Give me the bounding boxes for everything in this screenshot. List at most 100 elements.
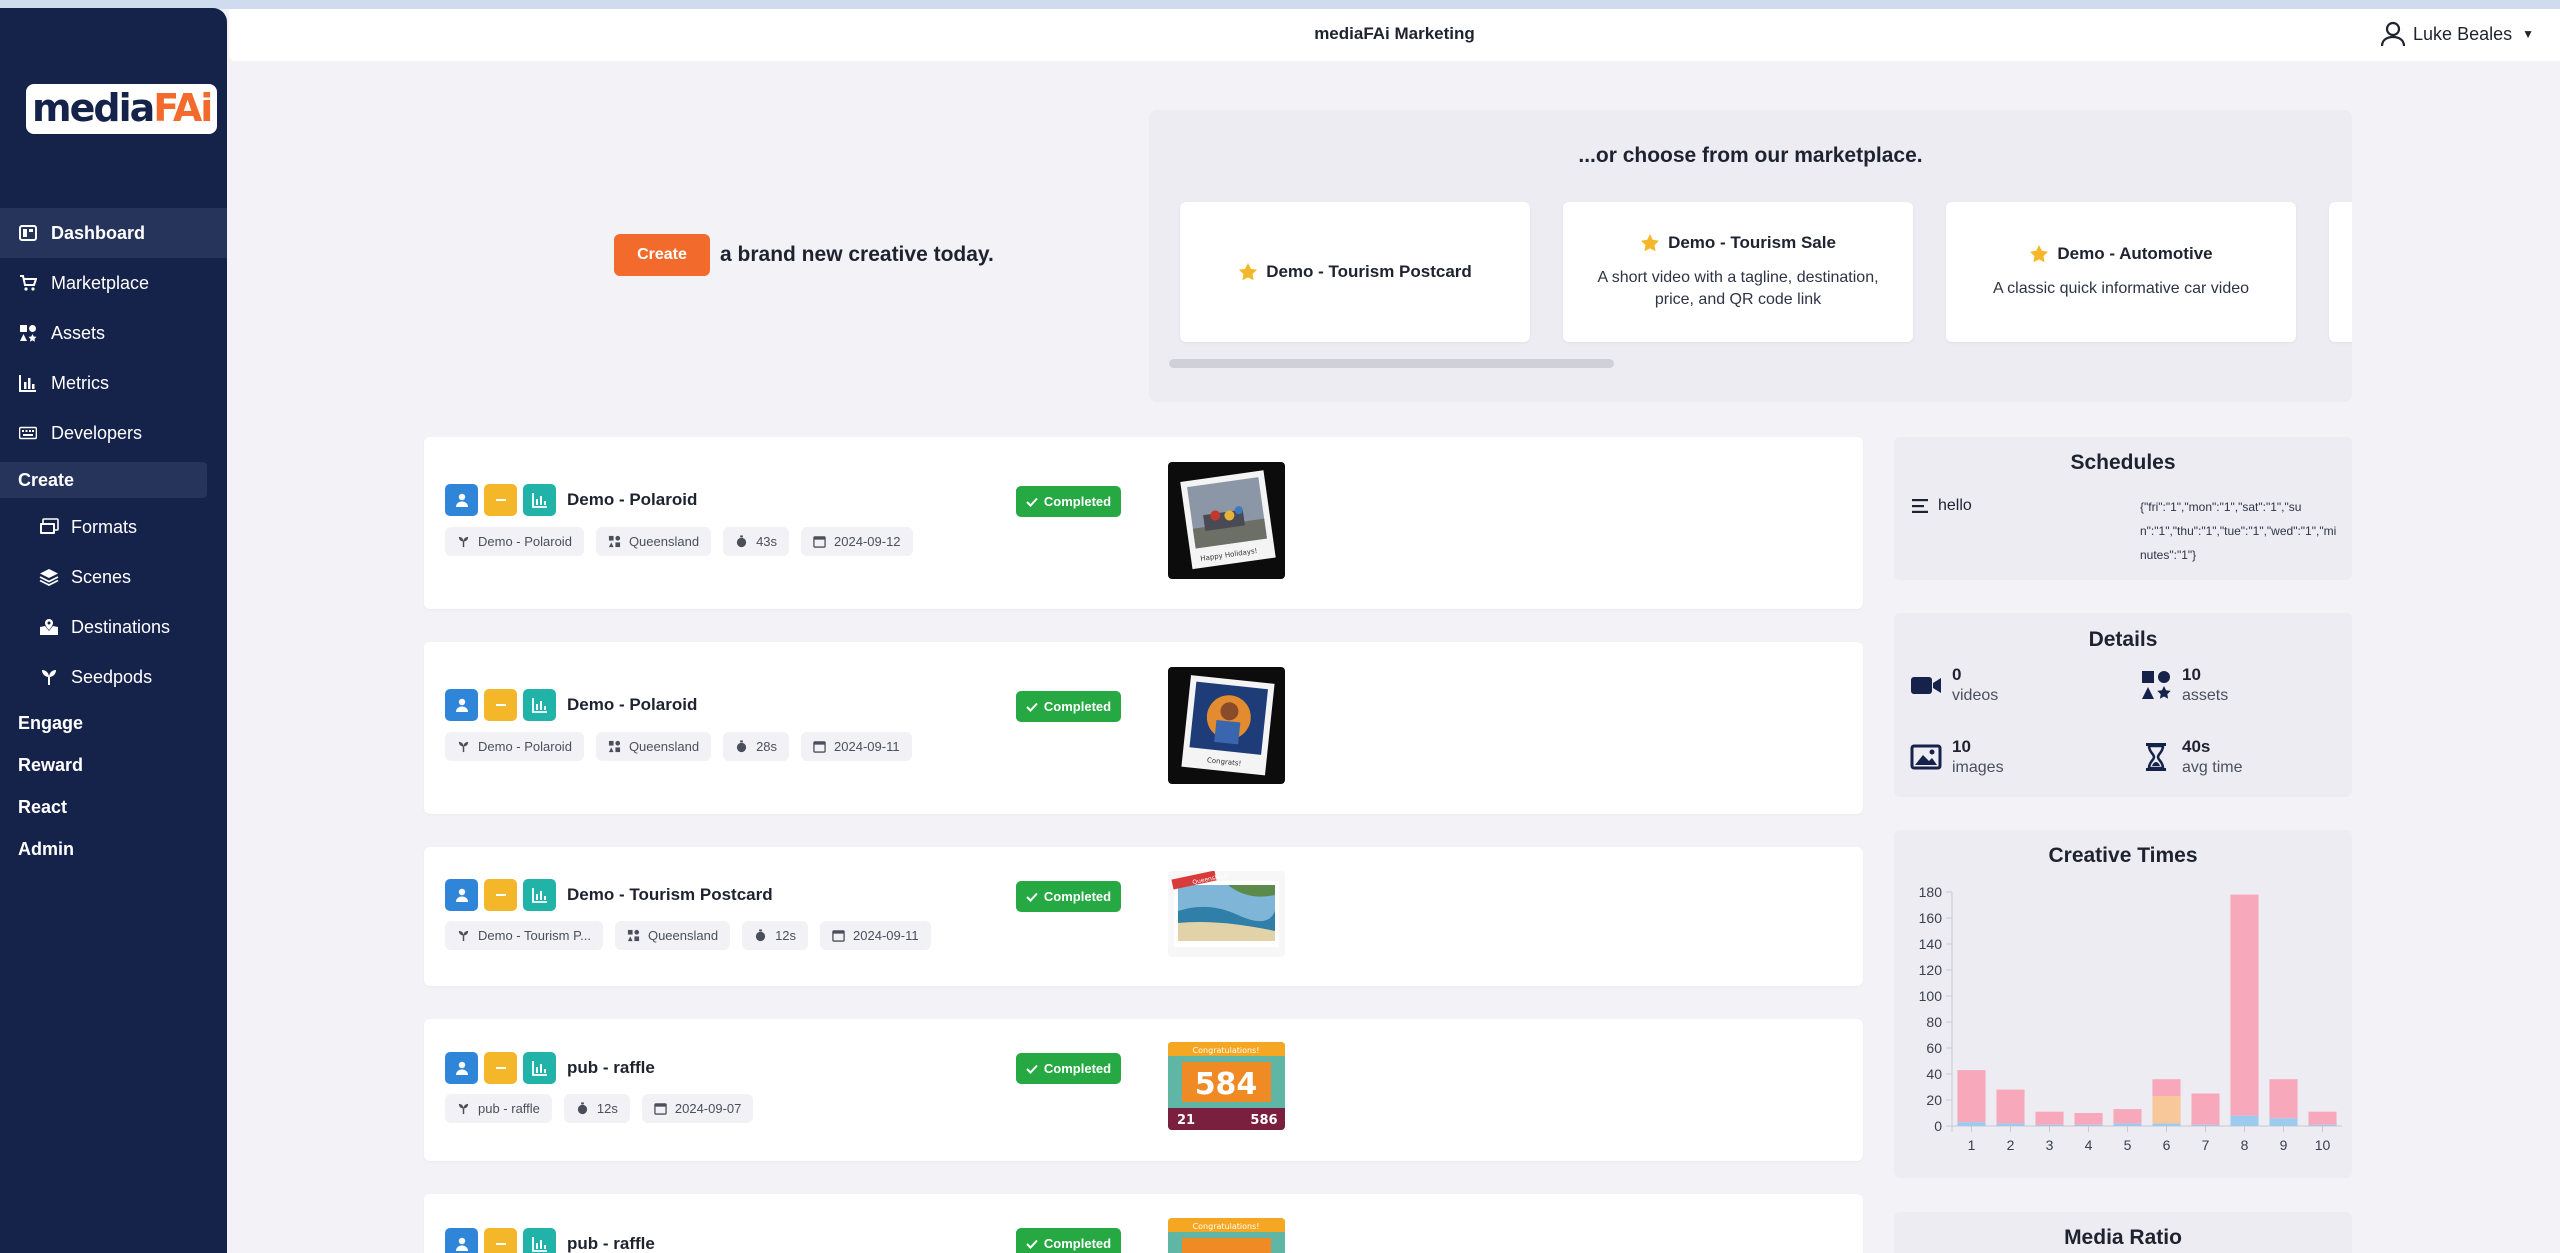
creative-title[interactable]: Demo - Polaroid [567, 695, 697, 715]
chart-icon [531, 493, 547, 508]
chart-icon [531, 1061, 547, 1076]
sidebar-item-scenes[interactable]: Scenes [0, 552, 227, 602]
user-action-button[interactable] [445, 1052, 478, 1084]
sidebar-item-metrics[interactable]: Metrics [0, 358, 227, 408]
logo-main: media [32, 86, 155, 130]
creative-title[interactable]: Demo - Polaroid [567, 490, 697, 510]
creative-actions [445, 1052, 562, 1084]
user-menu[interactable]: Luke Beales ▼ [2380, 21, 2534, 47]
user-action-button[interactable] [445, 1228, 478, 1253]
user-action-button[interactable] [445, 484, 478, 516]
bar-segment [2308, 1124, 2337, 1126]
sidebar-item-dashboard[interactable]: Dashboard [0, 208, 227, 258]
stopwatch-icon [736, 535, 747, 548]
sidebar-item-destinations[interactable]: Destinations [0, 602, 227, 652]
sidebar-item-label: Scenes [71, 566, 132, 587]
minus-icon [495, 499, 506, 501]
marketplace-card[interactable]: Demo - Automotive A classic quick inform… [1946, 202, 2296, 342]
creative-card[interactable]: pub - raffle Completed Congratulations! [424, 1194, 1863, 1253]
minus-action-button[interactable] [484, 689, 517, 721]
chart-icon [531, 698, 547, 713]
creative-card[interactable]: pub - raffle pub - raffle 12s 2024-09-07… [424, 1019, 1863, 1161]
dashboard-icon [19, 224, 37, 242]
app-logo[interactable]: mediaFAi [26, 84, 218, 136]
x-tick-label: 10 [2315, 1137, 2331, 1153]
creative-thumbnail[interactable]: Happy Holidays! [1168, 462, 1285, 579]
user-icon [455, 1237, 468, 1251]
sidebar-item-marketplace[interactable]: Marketplace [0, 258, 227, 308]
marketplace-card[interactable]: Demo - Tourism Postcard [1180, 202, 1530, 342]
sidebar-item-assets[interactable]: Assets [0, 308, 227, 358]
sidebar-item-formats[interactable]: Formats [0, 502, 227, 552]
sidebar-item-seedpods[interactable]: Seedpods [0, 652, 227, 702]
creative-card[interactable]: Demo - Polaroid Demo - Polaroid Queensla… [424, 642, 1863, 814]
postcard-image: Queensland [1171, 871, 1279, 947]
format-tag: pub - raffle [445, 1094, 552, 1123]
sidebar-section-admin[interactable]: Admin [0, 828, 227, 870]
creative-title[interactable]: pub - raffle [567, 1058, 655, 1078]
metrics-action-button[interactable] [523, 1228, 556, 1253]
bar-segment [2191, 1124, 2220, 1126]
marketplace-card-partial[interactable] [2329, 202, 2352, 342]
scrollbar-thumb[interactable] [1169, 359, 1614, 368]
polaroid-image: Happy Holidays! [1180, 470, 1276, 570]
chart-icon [531, 1237, 547, 1252]
minus-action-button[interactable] [484, 484, 517, 516]
creative-thumbnail[interactable]: Congrats! [1168, 667, 1285, 784]
media-ratio-panel: Media Ratio [1894, 1212, 2352, 1253]
media-ratio-title: Media Ratio [2064, 1226, 2182, 1249]
marketplace-scrollbar[interactable] [1169, 359, 2329, 368]
marketplace-title: ...or choose from our marketplace. [1578, 144, 1923, 167]
marketplace-card-title: Demo - Tourism Sale [1640, 233, 1836, 253]
duration-tag: 28s [723, 732, 790, 761]
user-action-button[interactable] [445, 879, 478, 911]
y-tick-label: 160 [1919, 910, 1943, 926]
bar-segment [2074, 1113, 2103, 1125]
calendar-icon [813, 536, 826, 548]
sidebar-section-create[interactable]: Create [0, 462, 207, 498]
metrics-action-button[interactable] [523, 484, 556, 516]
create-button[interactable]: Create [614, 234, 710, 276]
metrics-action-button[interactable] [523, 689, 556, 721]
sidebar-nav: Dashboard Marketplace Assets Metrics Dev… [0, 208, 227, 870]
status-badge: Completed [1016, 486, 1121, 517]
marketplace-card[interactable]: Demo - Tourism Sale A short video with a… [1563, 202, 1913, 342]
sidebar-section-react[interactable]: React [0, 786, 227, 828]
sidebar-item-developers[interactable]: Developers [0, 408, 227, 458]
x-tick-label: 4 [2085, 1137, 2093, 1153]
schedule-item[interactable]: hello [1912, 497, 1972, 515]
creative-actions [445, 1228, 562, 1253]
creative-thumbnail[interactable]: Congratulations! 584 21 586 [1168, 1042, 1285, 1130]
assets-icon [608, 535, 621, 548]
user-icon [455, 1061, 468, 1075]
creative-tags: pub - raffle 12s 2024-09-07 [445, 1094, 765, 1123]
creative-thumbnail[interactable]: Queensland [1168, 871, 1285, 957]
svg-text:21: 21 [1177, 1113, 1195, 1128]
creative-tags: Demo - Polaroid Queensland 43s 2024-09-1… [445, 527, 925, 556]
seedpod-icon [458, 930, 469, 942]
y-tick-label: 40 [1926, 1066, 1942, 1082]
stopwatch-icon [736, 740, 747, 753]
check-icon [1026, 702, 1038, 712]
user-action-button[interactable] [445, 689, 478, 721]
x-tick-label: 3 [2046, 1137, 2054, 1153]
seedpod-icon [458, 741, 469, 753]
sidebar-section-reward[interactable]: Reward [0, 744, 227, 786]
minus-action-button[interactable] [484, 1052, 517, 1084]
detail-videos: 0 videos [1910, 665, 1998, 705]
creative-card[interactable]: Demo - Polaroid Demo - Polaroid Queensla… [424, 437, 1863, 609]
sidebar-section-engage[interactable]: Engage [0, 702, 227, 744]
metrics-action-button[interactable] [523, 1052, 556, 1084]
sidebar-item-label: Marketplace [51, 272, 150, 293]
creative-thumbnail[interactable]: Congratulations! [1168, 1218, 1285, 1253]
check-icon [1026, 892, 1038, 902]
creative-times-chart: 0 20 40 60 80 100 120 140 160 180 1 2 3 4 5 6 7 8 9 10 [1919, 884, 2342, 1153]
minus-action-button[interactable] [484, 1228, 517, 1253]
creative-title[interactable]: pub - raffle [567, 1234, 655, 1253]
creative-title[interactable]: Demo - Tourism Postcard [567, 885, 773, 905]
user-icon [455, 888, 468, 902]
creative-card[interactable]: Demo - Tourism Postcard Demo - Tourism P… [424, 847, 1863, 986]
metrics-action-button[interactable] [523, 879, 556, 911]
y-tick-label: 140 [1919, 936, 1943, 952]
minus-action-button[interactable] [484, 879, 517, 911]
